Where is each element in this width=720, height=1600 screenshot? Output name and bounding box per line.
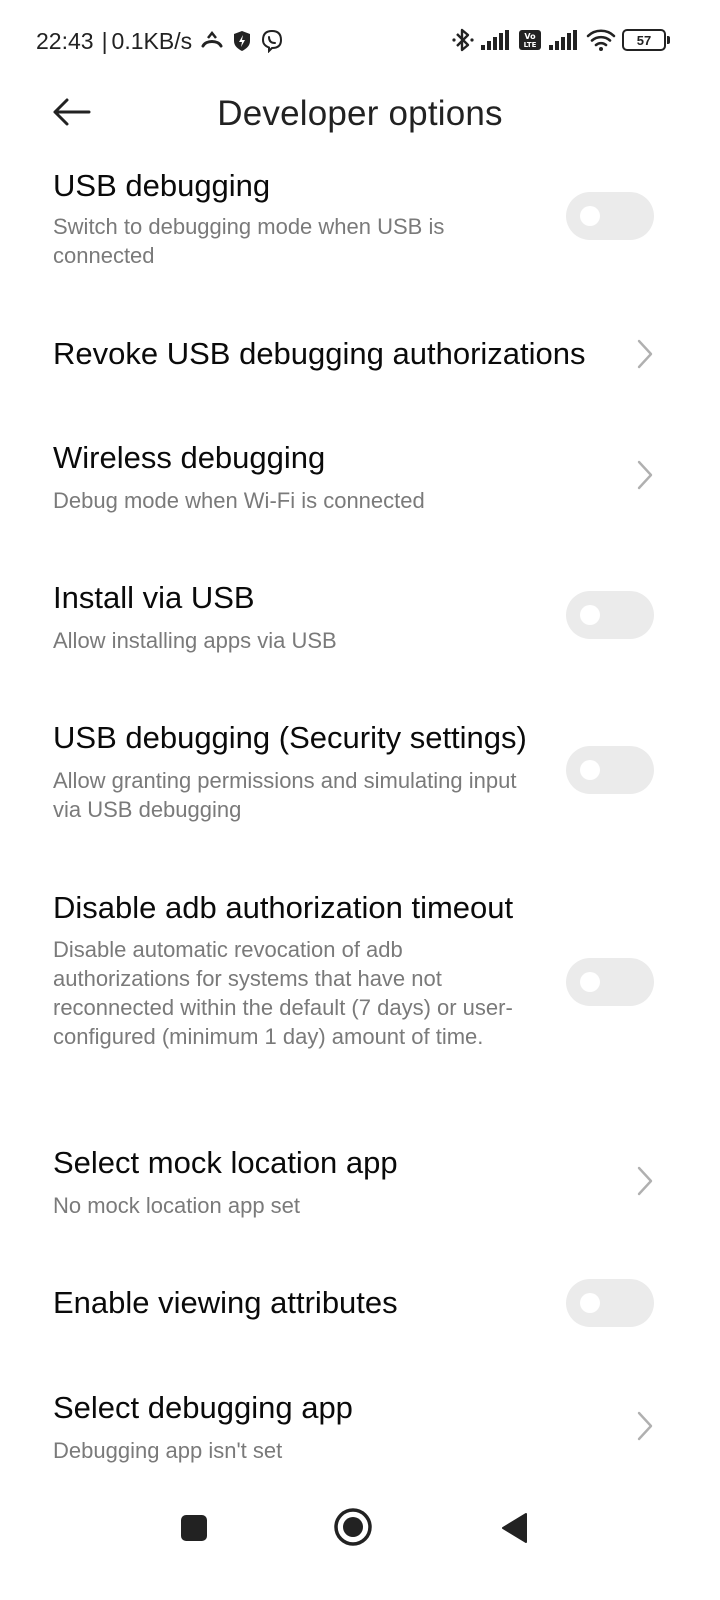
setting-title: Enable viewing attributes	[53, 1285, 398, 1320]
setting-subtitle: No mock location app set	[53, 1193, 301, 1218]
signal-strength-2-icon	[548, 29, 580, 51]
setting-revoke-usb-authorizations[interactable]: Revoke USB debugging authorizations	[0, 310, 720, 400]
setting-title: Select debugging app	[53, 1390, 353, 1425]
setting-select-debugging-app[interactable]: Select debugging app Debugging app isn't…	[0, 1380, 720, 1480]
setting-title: Select mock location app	[53, 1145, 398, 1180]
recents-square-icon	[181, 1515, 207, 1541]
setting-title: USB debugging (Security settings)	[53, 720, 527, 755]
back-nav-button[interactable]	[492, 1506, 536, 1550]
setting-wireless-debugging[interactable]: Wireless debugging Debug mode when Wi-Fi…	[0, 430, 720, 530]
chevron-right-icon	[637, 339, 653, 369]
setting-subtitle: Allow granting permissions and simulatin…	[53, 768, 517, 822]
toggle-knob	[580, 206, 600, 226]
volte-icon: Vo LTE	[518, 29, 542, 51]
setting-title: USB debugging	[53, 168, 271, 203]
svg-text:Vo: Vo	[524, 32, 536, 41]
usb-debugging-toggle[interactable]	[566, 192, 654, 240]
setting-subtitle: Disable automatic revocation of adb auth…	[53, 937, 513, 1049]
toggle-knob	[580, 972, 600, 992]
toggle-knob	[580, 760, 600, 780]
bluetooth-icon	[452, 27, 474, 53]
setting-disable-adb-timeout[interactable]: Disable adb authorization timeout Disabl…	[0, 880, 720, 1080]
status-left: 22:43 | 0.1KB/s	[36, 26, 284, 56]
enable-viewing-attributes-toggle[interactable]	[566, 1279, 654, 1327]
viber-icon	[260, 29, 284, 53]
chevron-right-icon	[637, 460, 653, 490]
setting-enable-viewing-attributes[interactable]: Enable viewing attributes	[0, 1265, 720, 1345]
setting-title: Install via USB	[53, 580, 255, 615]
shield-icon	[232, 30, 252, 52]
status-speed: 0.1KB/s	[111, 27, 193, 54]
usb-debugging-security-toggle[interactable]	[566, 746, 654, 794]
home-button[interactable]	[330, 1504, 376, 1550]
setting-usb-debugging-security[interactable]: USB debugging (Security settings) Allow …	[0, 710, 720, 840]
status-separator: |	[101, 27, 108, 54]
setting-title: Revoke USB debugging authorizations	[53, 336, 586, 371]
status-right: Vo LTE 57	[452, 24, 670, 56]
setting-title: Disable adb authorization timeout	[53, 890, 514, 925]
navigation-bar	[0, 1490, 720, 1570]
wifi-icon	[586, 28, 616, 52]
app-header: Developer options	[0, 80, 720, 152]
battery-level: 57	[636, 32, 652, 48]
battery-icon: 57	[622, 29, 670, 51]
disable-adb-timeout-toggle[interactable]	[566, 958, 654, 1006]
chevron-right-icon	[637, 1411, 653, 1441]
toggle-knob	[580, 605, 600, 625]
setting-usb-debugging[interactable]: USB debugging Switch to debugging mode w…	[0, 160, 720, 285]
setting-title: Wireless debugging	[53, 440, 326, 475]
status-time: 22:43	[36, 27, 94, 54]
status-bar: 22:43 | 0.1KB/s Vo LTE 57	[0, 0, 720, 80]
signal-strength-icon	[480, 29, 512, 51]
recents-button[interactable]	[172, 1506, 216, 1550]
install-via-usb-toggle[interactable]	[566, 591, 654, 639]
svg-text:LTE: LTE	[524, 41, 537, 49]
back-triangle-icon	[502, 1513, 527, 1543]
setting-subtitle: Switch to debugging mode when USB is con…	[53, 214, 445, 268]
setting-install-via-usb[interactable]: Install via USB Allow installing apps vi…	[0, 570, 720, 670]
setting-subtitle: Debugging app isn't set	[53, 1438, 283, 1463]
setting-subtitle: Allow installing apps via USB	[53, 628, 337, 653]
chevron-right-icon	[637, 1166, 653, 1196]
setting-mock-location-app[interactable]: Select mock location app No mock locatio…	[0, 1135, 720, 1235]
call-forward-icon	[200, 30, 224, 52]
toggle-knob	[580, 1293, 600, 1313]
home-circle-icon	[334, 1508, 372, 1546]
page-title: Developer options	[217, 94, 503, 133]
setting-subtitle: Debug mode when Wi-Fi is connected	[53, 488, 425, 513]
